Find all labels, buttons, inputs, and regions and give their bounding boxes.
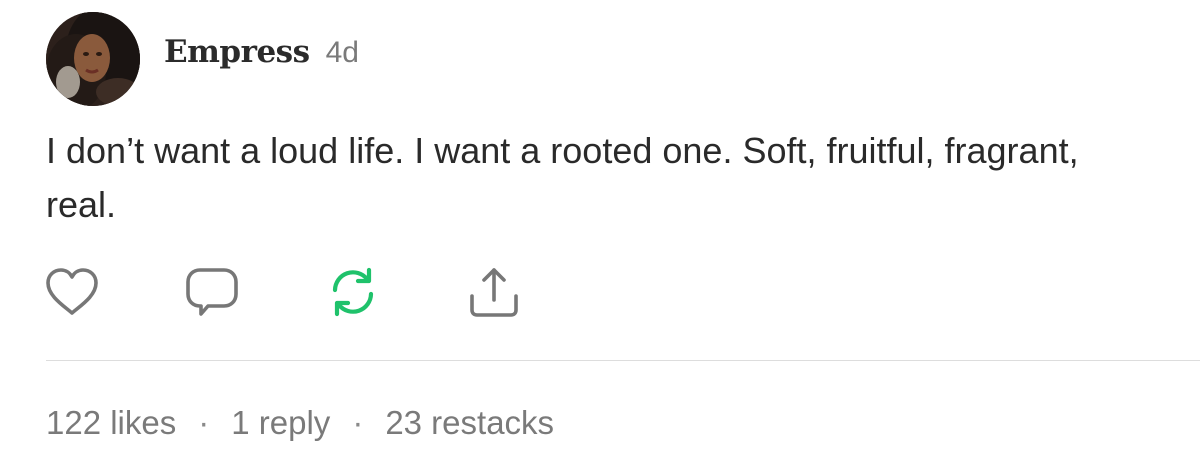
comment-icon <box>186 268 238 316</box>
engagement-stats: 122 likes · 1 reply · 23 restacks <box>46 404 554 442</box>
restack-icon <box>332 267 374 317</box>
avatar-image <box>46 12 140 106</box>
share-icon <box>470 268 518 317</box>
separator-dot: · <box>352 404 364 441</box>
like-button[interactable] <box>42 262 102 322</box>
post-text: I don’t want a loud life. I want a roote… <box>46 130 1079 225</box>
restacks-count[interactable]: 23 restacks <box>385 404 554 442</box>
post-timestamp[interactable]: 4d <box>326 36 359 70</box>
replies-count[interactable]: 1 reply <box>231 404 330 442</box>
restack-button[interactable] <box>323 262 383 322</box>
heart-icon <box>46 268 98 315</box>
share-button[interactable] <box>464 262 524 322</box>
comment-button[interactable] <box>182 262 242 322</box>
action-bar <box>46 262 566 322</box>
separator-dot: · <box>198 404 210 441</box>
author-header: Empress 4d <box>164 34 359 84</box>
likes-count[interactable]: 122 likes <box>46 404 176 442</box>
avatar[interactable] <box>46 12 140 106</box>
divider <box>46 360 1200 361</box>
author-name[interactable]: Empress <box>164 34 310 70</box>
